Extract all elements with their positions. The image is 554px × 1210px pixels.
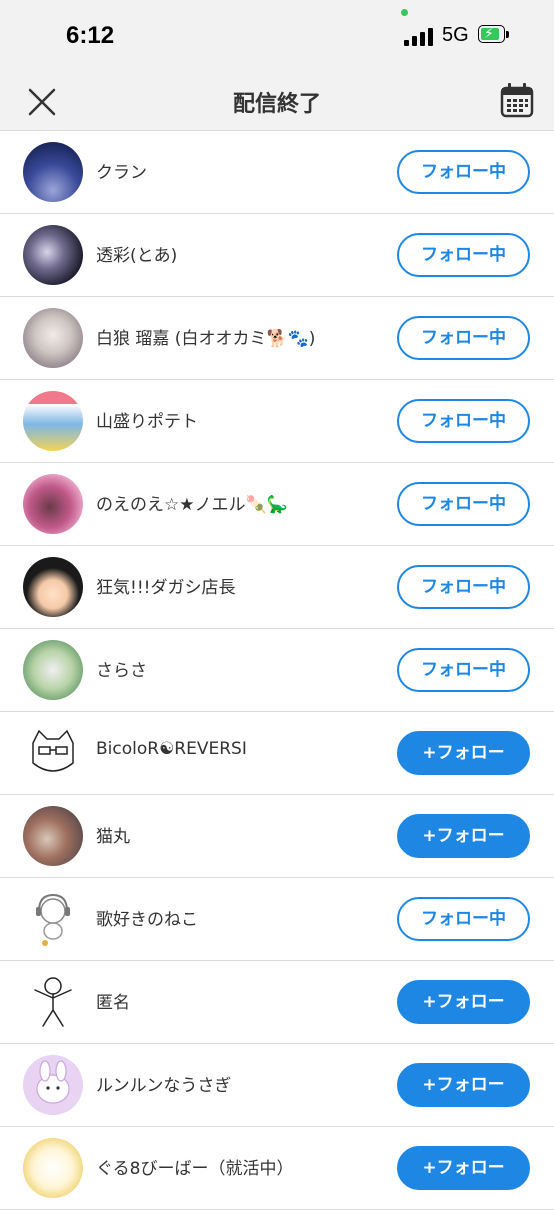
follow-button[interactable]: +フォロー: [397, 731, 530, 775]
user-name: 山盛りポテト: [96, 412, 198, 432]
list-item[interactable]: 山盛りポテト フォロー中: [0, 380, 554, 463]
user-name: BicoloR☯REVERSI: [96, 739, 247, 759]
following-button[interactable]: フォロー中: [397, 565, 530, 609]
user-name: クラン: [96, 163, 147, 183]
list-item[interactable]: 透彩(とあ) フォロー中: [0, 214, 554, 297]
list-item[interactable]: 猫丸 +フォロー: [0, 795, 554, 878]
avatar[interactable]: [23, 557, 83, 617]
list-item[interactable]: 匿名 +フォロー: [0, 961, 554, 1044]
following-button[interactable]: フォロー中: [397, 897, 530, 941]
avatar[interactable]: [23, 225, 83, 285]
follow-button[interactable]: +フォロー: [397, 980, 530, 1024]
signal-icon: [404, 28, 434, 46]
avatar[interactable]: [23, 142, 83, 202]
following-button[interactable]: フォロー中: [397, 233, 530, 277]
page-title: 配信終了: [232, 92, 321, 117]
user-name: のえのえ☆★ノエル🍡🦕: [96, 495, 288, 515]
follow-button[interactable]: +フォロー: [397, 1146, 530, 1190]
network-type: 5G: [442, 24, 469, 46]
list-item[interactable]: BicoloR☯REVERSI +フォロー: [0, 712, 554, 795]
user-name: 透彩(とあ): [96, 246, 178, 266]
user-name: 猫丸: [96, 827, 130, 847]
avatar[interactable]: [23, 474, 83, 534]
user-name: ぐる8びーばー（就活中）: [96, 1159, 294, 1179]
list-item[interactable]: クラン フォロー中: [0, 131, 554, 214]
following-button[interactable]: フォロー中: [397, 648, 530, 692]
user-name: 狂気!!!ダガシ店長: [96, 578, 236, 598]
battery-icon: ⚡: [478, 25, 510, 45]
list-item[interactable]: ルンルンなうさぎ +フォロー: [0, 1044, 554, 1127]
list-item[interactable]: 白狼 瑠嘉 (白オオカミ🐕🐾) フォロー中: [0, 297, 554, 380]
user-name: ルンルンなうさぎ: [96, 1076, 232, 1096]
following-button[interactable]: フォロー中: [397, 482, 530, 526]
nav-bar: 配信終了: [0, 72, 554, 131]
status-time: 6:12: [66, 22, 115, 49]
avatar[interactable]: [23, 391, 83, 451]
avatar[interactable]: [23, 1055, 83, 1115]
privacy-indicator: [401, 9, 408, 16]
list-item[interactable]: のえのえ☆★ノエル🍡🦕 フォロー中: [0, 463, 554, 546]
following-button[interactable]: フォロー中: [397, 399, 530, 443]
user-name: 白狼 瑠嘉 (白オオカミ🐕🐾): [96, 329, 316, 349]
user-name: さらさ: [96, 661, 147, 681]
list-item[interactable]: 歌好きのねこ フォロー中: [0, 878, 554, 961]
list-item[interactable]: 狂気!!!ダガシ店長 フォロー中: [0, 546, 554, 629]
user-list: クラン フォロー中 透彩(とあ) フォロー中 白狼 瑠嘉 (白オオカミ🐕🐾) フ…: [0, 131, 554, 1210]
following-button[interactable]: フォロー中: [397, 150, 530, 194]
follow-button[interactable]: +フォロー: [397, 1063, 530, 1107]
avatar[interactable]: [23, 1138, 83, 1198]
avatar[interactable]: [23, 308, 83, 368]
avatar[interactable]: [23, 972, 83, 1032]
avatar[interactable]: [23, 806, 83, 866]
avatar[interactable]: [23, 889, 83, 949]
user-name: 匿名: [96, 993, 130, 1013]
user-name: 歌好きのねこ: [96, 910, 198, 930]
follow-button[interactable]: +フォロー: [397, 814, 530, 858]
status-bar: 6:12 5G ⚡: [0, 0, 554, 72]
avatar[interactable]: [23, 640, 83, 700]
avatar[interactable]: [23, 723, 83, 783]
calendar-icon[interactable]: [500, 82, 534, 118]
list-item[interactable]: ぐる8びーばー（就活中） +フォロー: [0, 1127, 554, 1210]
following-button[interactable]: フォロー中: [397, 316, 530, 360]
list-item[interactable]: さらさ フォロー中: [0, 629, 554, 712]
